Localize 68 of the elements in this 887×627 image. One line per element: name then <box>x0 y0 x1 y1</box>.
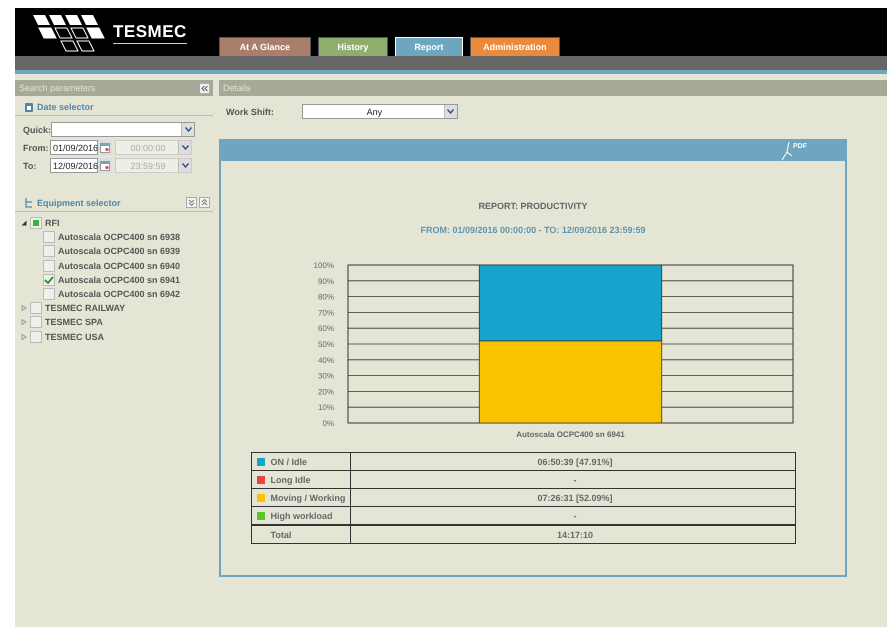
section-title: Date selector <box>37 102 94 112</box>
axis-tick-label: 50% <box>318 340 334 349</box>
total-label: Total <box>251 525 350 544</box>
axis-tick-label: 30% <box>318 372 334 381</box>
expanded-arrow-icon[interactable] <box>21 220 27 226</box>
axis-tick-label: 40% <box>318 356 334 365</box>
field-label: From: <box>23 142 50 152</box>
tree-item-label[interactable]: Autoscala OCPC400 sn 6939 <box>58 246 180 256</box>
collapse-button[interactable] <box>199 82 210 94</box>
legend-cell: ON / Idle <box>251 452 350 470</box>
checkbox[interactable] <box>30 316 42 328</box>
axis-tick-label: 80% <box>318 292 334 302</box>
table-cell: - <box>350 470 795 488</box>
axis-tick-label: 70% <box>318 308 334 318</box>
report-title: REPORT: PRODUCTIVITY <box>478 201 588 211</box>
field-label: To: <box>23 160 38 170</box>
legend-cell: High workload <box>251 506 350 525</box>
section-title: Equipment selector <box>37 198 121 208</box>
axis-tick-label: 10% <box>318 403 334 412</box>
table-cell: 07:26:31 [52.09%] <box>350 488 795 506</box>
dropdown-caret-icon <box>182 145 188 150</box>
total-cell: 14:17:10 <box>350 525 795 544</box>
checkbox[interactable] <box>43 274 55 286</box>
checkbox[interactable] <box>30 330 42 343</box>
collapsed-arrow-icon[interactable] <box>21 305 27 312</box>
tree-item-label[interactable]: Autoscala OCPC400 sn 6942 <box>58 289 180 300</box>
logo-text: TESMEC <box>113 22 187 44</box>
axis-tick-label: 100% <box>314 261 334 270</box>
expand-all-button[interactable] <box>186 197 197 208</box>
nav-tab[interactable]: At A Glance <box>218 37 311 56</box>
date-field[interactable]: 01/09/2016 <box>50 140 98 155</box>
dropdown-caret-icon <box>184 127 192 132</box>
axis-tick-label: 90% <box>318 276 334 286</box>
field-label: Work Shift: <box>226 106 274 116</box>
dropdown-caret-icon <box>182 163 188 168</box>
tree-item-label[interactable]: Autoscala OCPC400 sn 6938 <box>58 232 180 242</box>
checkbox[interactable] <box>43 288 55 300</box>
date-field[interactable]: 12/09/2016 <box>50 158 98 173</box>
checkbox[interactable] <box>30 302 42 314</box>
checkbox[interactable] <box>43 260 55 272</box>
tree-item-label[interactable]: Autoscala OCPC400 sn 6940 <box>58 260 180 271</box>
category-label: Autoscala OCPC400 sn 6941 <box>516 430 625 439</box>
logo-icon <box>33 13 107 53</box>
dropdown-caret-icon <box>447 109 454 114</box>
legend-cell: Long Idle <box>251 470 350 488</box>
work-shift-select[interactable]: Any <box>302 104 458 119</box>
table-cell: 06:50:39 [47.91%] <box>350 452 795 470</box>
quick-select[interactable] <box>51 122 196 137</box>
hierarchy-icon <box>25 198 33 208</box>
axis-tick-label: 20% <box>318 387 334 396</box>
checkbox[interactable] <box>30 217 42 230</box>
panel-title: Details <box>223 83 251 93</box>
legend-cell: Moving / Working <box>251 488 350 506</box>
collapse-all-button[interactable] <box>199 197 210 208</box>
tree-item-label[interactable]: TESMEC RAILWAY <box>45 303 126 314</box>
collapsed-arrow-icon[interactable] <box>21 334 27 340</box>
axis-tick-label: 60% <box>318 324 334 334</box>
tree-item-label[interactable]: RFI <box>45 218 60 228</box>
panel-title: Search parameters <box>19 83 96 93</box>
axis-tick-label: 0% <box>322 419 334 428</box>
tree-item-label[interactable]: TESMEC USA <box>45 332 104 342</box>
checkbox[interactable] <box>43 231 55 244</box>
field-label: Quick: <box>23 124 52 134</box>
report-date-range: FROM: 01/09/2016 00:00:00 - TO: 12/09/2016 23:59:59 <box>420 225 646 235</box>
tree-item-label[interactable]: TESMEC SPA <box>45 317 103 328</box>
tree-item-label[interactable]: Autoscala OCPC400 sn 6941 <box>58 274 180 285</box>
collapsed-arrow-icon[interactable] <box>21 319 27 326</box>
checkbox[interactable] <box>43 245 55 258</box>
